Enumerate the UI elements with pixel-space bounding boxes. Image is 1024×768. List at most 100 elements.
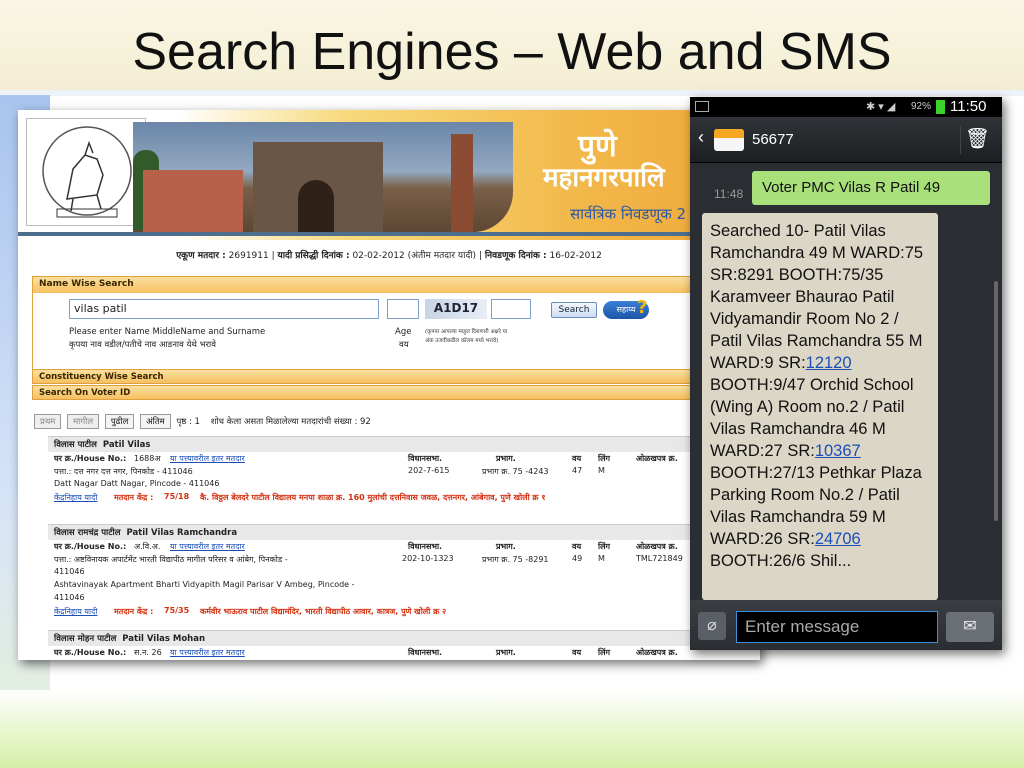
- website-banner: पुणे महानगरपालि सार्वत्रिक निवडणूक 2: [18, 110, 760, 240]
- send-button[interactable]: ✉: [946, 612, 994, 642]
- col-age: वय: [572, 542, 582, 551]
- result-booth-row: केंद्रनिहाय यादी मतदान केंद्र : 75/18 कै…: [48, 491, 760, 504]
- message-input[interactable]: Enter message: [736, 611, 938, 643]
- col-ward: प्रभाग.: [496, 648, 516, 657]
- result-header: विलास रामचंद्र पाटील Patil Vilas Ramchan…: [48, 524, 760, 540]
- address-en: Datt Nagar Datt Nagar, Pincode - 411046: [54, 479, 220, 488]
- help-question-icon[interactable]: ?: [637, 297, 647, 318]
- address-mr: पत्ता.: अष्टविनायक अपार्टमेंट भारती विद्…: [54, 555, 288, 564]
- fort-arch-shape: [298, 180, 334, 232]
- pager: प्रथम मागील पुढील अंतिम पृष्ठ : 1 शोध के…: [34, 414, 371, 430]
- pager-last-button[interactable]: अंतिम: [140, 414, 171, 429]
- captcha-input[interactable]: [491, 299, 531, 319]
- other-voters-link[interactable]: या पत्त्यावरील इतर मतदार: [170, 647, 245, 658]
- result-house-row: घर क्र./House No.: स.न. 26 या पत्त्यावरी…: [48, 646, 760, 659]
- messaging-icon[interactable]: [714, 129, 744, 151]
- result-name-mr: विलास रामचंद्र पाटील: [54, 528, 121, 538]
- result-address-en-row: Datt Nagar Datt Nagar, Pincode - 411046: [48, 478, 760, 491]
- house-label: घर क्र./House No.:: [54, 542, 127, 551]
- publish-date-value: 02-02-2012: [352, 251, 405, 261]
- phone-sms-screenshot: ✱ ▾ ◢ 92% 11:50 ‹ 56677 🗑 11:48 Voter PM…: [690, 97, 1002, 650]
- age-label-mr: वय: [399, 340, 409, 350]
- total-voters-label: एकूण मतदार :: [176, 251, 226, 261]
- pager-first-button[interactable]: प्रथम: [34, 414, 62, 429]
- col-gender: लिंग: [598, 542, 610, 551]
- house-number: स.न. 26: [134, 648, 162, 657]
- gallery-notification-icon: [695, 101, 709, 112]
- result-house-row: घर क्र./House No.: अ.वि.अ. या पत्त्यावरी…: [48, 540, 760, 553]
- result-name-mr: विलास मोहन पाटील: [54, 634, 117, 644]
- col-age: वय: [572, 648, 582, 657]
- sms-text-part4: BOOTH:26/6 Shil...: [710, 552, 852, 570]
- booth-address: कै. विठ्ठल बेलदरे पाटील विद्यालय मनपा शा…: [200, 493, 546, 502]
- other-voters-link[interactable]: या पत्त्यावरील इतर मतदार: [170, 453, 245, 464]
- ward-value: प्रभाग क्र. 75 -8291: [482, 555, 549, 564]
- booth-list-link[interactable]: केंद्रनिहाय यादी: [54, 606, 97, 617]
- sent-message-bubble[interactable]: Voter PMC Vilas R Patil 49: [752, 171, 990, 205]
- address-mr: पत्ता.: दत्त नगर दत्त नगर, पिनकोड - 4110…: [54, 467, 193, 476]
- name-search-panel: Name Wise Search vilas patil A1D17 Searc…: [32, 276, 752, 374]
- sms-text-part2: BOOTH:9/47 Orchid School (Wing A) Room n…: [710, 376, 914, 460]
- compose-bar: ⌀ Enter message ✉: [690, 600, 1002, 650]
- search-button[interactable]: Search: [551, 302, 597, 318]
- house-number: अ.वि.अ.: [134, 542, 161, 551]
- name-search-header[interactable]: Name Wise Search: [33, 277, 751, 293]
- voter-info-line: एकूण मतदार : 2691911 | यादी प्रसिद्धी दि…: [176, 251, 602, 261]
- name-search-input[interactable]: vilas patil: [69, 299, 379, 319]
- constituency-search-header[interactable]: Constituency Wise Search: [32, 369, 752, 384]
- result-header: विलास मोहन पाटील Patil Vilas Mohan: [48, 630, 760, 646]
- banner-corporation-name: महानगरपालि: [543, 163, 665, 193]
- age-value: 49: [572, 554, 583, 563]
- total-voters-value: 2691911: [228, 251, 269, 261]
- sms-text-part1: Searched 10- Patil Vilas Ramchandra 49 M…: [710, 222, 924, 372]
- age-value: 47: [572, 466, 583, 475]
- result-address-row-2: 411046: [48, 566, 760, 579]
- captcha-note-line1: (कृपया आपल्या माहुल दिसणारी अक्षरे या: [425, 329, 508, 335]
- page-indicator: पृष्ठ : 1: [176, 417, 200, 427]
- contact-number: 56677: [752, 131, 794, 148]
- received-message-bubble[interactable]: Searched 10- Patil Vilas Ramchandra 49 M…: [702, 213, 938, 600]
- voter-id-search-header[interactable]: Search On Voter ID: [32, 385, 752, 400]
- sr-number-link[interactable]: 24706: [815, 530, 861, 548]
- pager-next-button[interactable]: पुढील: [104, 414, 135, 429]
- pager-prev-button[interactable]: मागील: [67, 414, 100, 429]
- booth-list-link[interactable]: केंद्रनिहाय यादी: [54, 492, 97, 503]
- back-icon[interactable]: ‹: [698, 127, 704, 148]
- bluetooth-wifi-signal-icon: ✱ ▾ ◢: [866, 101, 896, 113]
- result-count: शोध केला असता मिळालेल्या मतदारांची संख्य…: [210, 417, 371, 427]
- election-date-value: 16-02-2012: [549, 251, 602, 261]
- banner-divider: [18, 232, 760, 236]
- corporation-logo: [26, 118, 146, 226]
- slide-title: Search Engines – Web and SMS: [132, 23, 892, 81]
- battery-icon: [936, 100, 945, 114]
- col-gender: लिंग: [598, 454, 610, 463]
- clock-tower-shape: [451, 134, 473, 232]
- col-ward: प्रभाग.: [496, 542, 516, 551]
- house-label: घर क्र./House No.:: [54, 648, 127, 657]
- result-name-en: Patil Vilas Ramchandra: [126, 528, 238, 538]
- result-address-row: पत्ता.: दत्त नगर दत्त नगर, पिनकोड - 4110…: [48, 465, 760, 478]
- result-house-row: घर क्र./House No.: 1688अ या पत्त्यावरील …: [48, 452, 760, 465]
- col-id-card: ओळखपत्र क्र.: [636, 648, 678, 657]
- result-card: विलास रामचंद्र पाटील Patil Vilas Ramchan…: [48, 524, 760, 618]
- result-name-en: Patil Vilas: [102, 440, 151, 450]
- delete-trash-icon[interactable]: 🗑: [960, 126, 994, 154]
- battery-percent: 92%: [911, 101, 932, 112]
- col-id-card: ओळखपत्र क्र.: [636, 542, 678, 551]
- age-input[interactable]: [387, 299, 419, 319]
- message-thread[interactable]: 11:48 Voter PMC Vilas R Patil 49 Searche…: [690, 163, 1002, 600]
- result-address-en-row: Ashtavinayak Apartment Bharti Vidyapith …: [48, 579, 760, 592]
- result-name-mr: विलास पाटील: [54, 440, 97, 450]
- col-constituency: विधानसभा.: [408, 454, 443, 463]
- booth-label: मतदान केंद्र :: [114, 493, 154, 502]
- other-voters-link[interactable]: या पत्त्यावरील इतर मतदार: [170, 541, 245, 552]
- thread-scrollbar[interactable]: [994, 281, 998, 521]
- sr-number-link[interactable]: 10367: [815, 442, 861, 460]
- attach-paperclip-icon[interactable]: ⌀: [698, 612, 726, 640]
- gender-value: M: [598, 466, 605, 475]
- sr-number-link[interactable]: 12120: [806, 354, 852, 372]
- gender-value: M: [598, 554, 605, 563]
- final-list-note: (अंतीम मतदार यादी): [407, 251, 477, 261]
- name-hint-mr: कृपया नाव वडील/पतीचे नाव आडनाव येथे भराव…: [69, 340, 216, 350]
- house-label: घर क्र./House No.:: [54, 454, 127, 463]
